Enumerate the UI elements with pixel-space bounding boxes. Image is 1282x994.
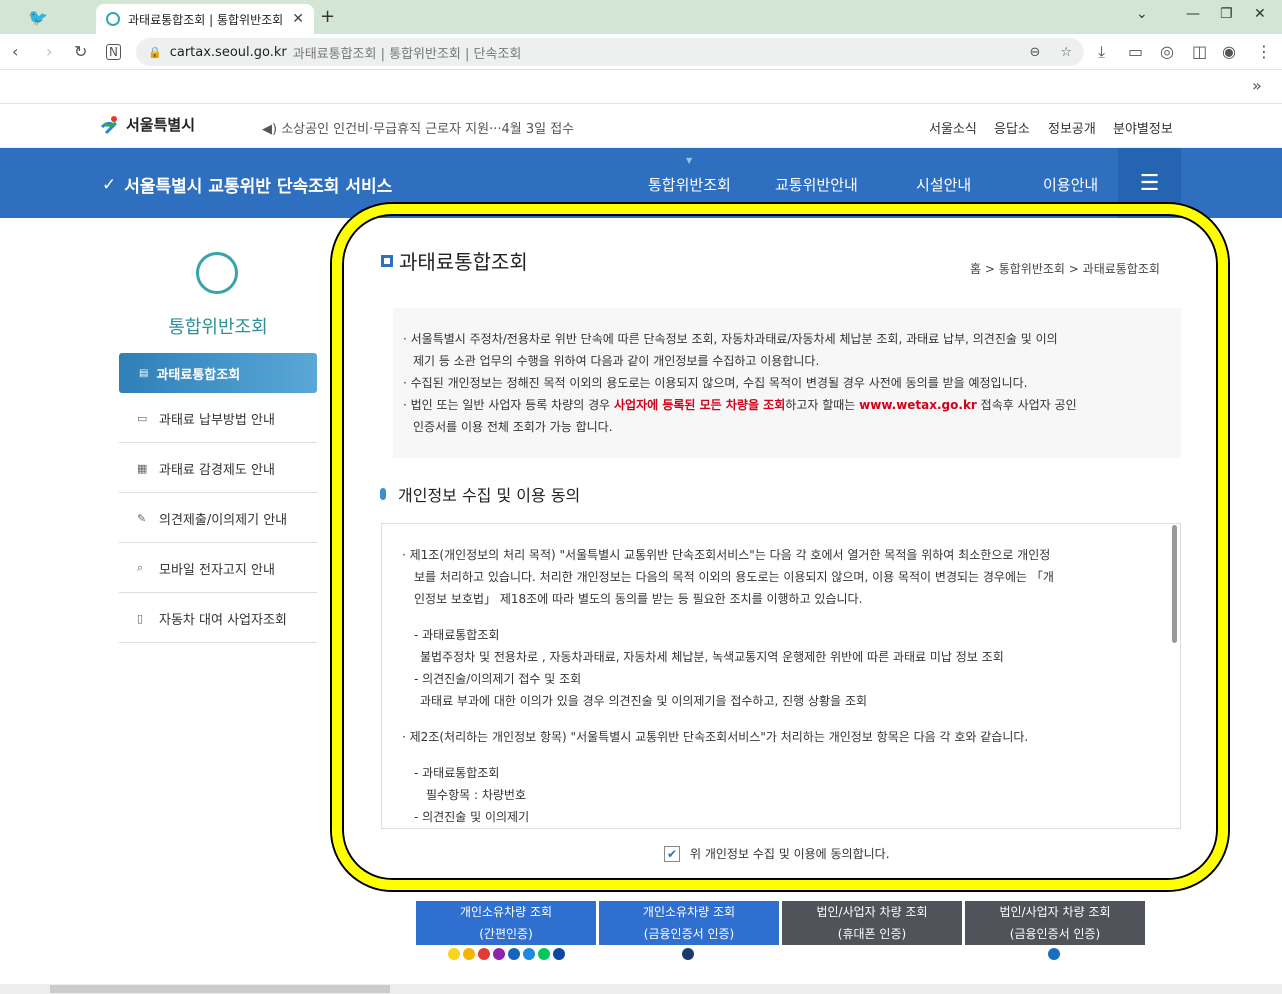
kb-icon bbox=[508, 948, 520, 960]
button-sub-label: (휴대폰 인증) bbox=[837, 927, 907, 941]
personal-cert-auth-button[interactable]: 개인소유차량 조회 (금융인증서 인증) bbox=[599, 901, 779, 945]
personal-simple-auth-button[interactable]: 개인소유차량 조회 (간편인증) bbox=[416, 901, 596, 945]
sidebar-item-objection[interactable]: ✎ 의견제출/이의제기 안내 bbox=[119, 494, 317, 543]
auth-provider-icons bbox=[448, 948, 565, 960]
url-rest: 과태료통합조회 | 통합위반조회 | 단속조회 bbox=[292, 46, 522, 62]
logo-text: 서울특별시 bbox=[126, 116, 196, 134]
button-label: 법인/사업자 차량 조회 bbox=[999, 905, 1111, 919]
util-link-2[interactable]: 정보공개 bbox=[1048, 118, 1096, 137]
payco-icon bbox=[478, 948, 490, 960]
button-label: 법인/사업자 차량 조회 bbox=[816, 905, 928, 919]
service-title-text: 서울특별시 교통위반 단속조회 서비스 bbox=[124, 177, 393, 197]
nav-item-1[interactable]: 교통위반안내 bbox=[775, 174, 858, 195]
sidepanel-icon[interactable]: ◫ bbox=[1192, 42, 1207, 61]
service-title[interactable]: ✓ 서울특별시 교통위반 단속조회 서비스 bbox=[102, 172, 393, 198]
coins-icon: ▤ bbox=[139, 367, 149, 379]
sidebar-title: 통합위반조회 bbox=[168, 317, 268, 338]
kakao-icon bbox=[448, 948, 460, 960]
highlight-ring bbox=[332, 204, 1228, 890]
nav-item-2[interactable]: 시설안내 bbox=[916, 174, 971, 195]
new-tab-button[interactable]: + bbox=[320, 6, 335, 27]
shinhan-icon bbox=[523, 948, 535, 960]
scrollbar-thumb[interactable] bbox=[50, 985, 390, 993]
url-host: cartax.seoul.go.kr bbox=[169, 44, 287, 60]
car-search-icon bbox=[196, 252, 238, 294]
tab-close-icon[interactable]: ✕ bbox=[292, 11, 304, 27]
active-nav-marker-icon: ▼ bbox=[686, 156, 693, 165]
profile-icon[interactable]: ◉ bbox=[1222, 42, 1236, 61]
browser-tab[interactable]: 과태료통합조회 | 통합위반조회 ✕ bbox=[96, 4, 314, 34]
bookmarks-more-button[interactable]: » bbox=[1252, 76, 1262, 95]
payment-icon: ▭ bbox=[137, 411, 148, 425]
zoom-icon[interactable]: ⊖ bbox=[1029, 45, 1040, 60]
sidebar-item-mobile[interactable]: ⌕ 모바일 전자고지 안내 bbox=[119, 544, 317, 593]
button-sub-label: (간편인증) bbox=[479, 927, 533, 941]
minimize-icon[interactable]: — bbox=[1186, 6, 1200, 22]
browser-tab-bar: 🐦 과태료통합조회 | 통합위반조회 ✕ + ⌄ — ❐ ✕ bbox=[0, 0, 1282, 34]
seoul-logo-icon bbox=[100, 115, 117, 134]
sidebar-item-payment[interactable]: ▭ 과태료 납부방법 안내 bbox=[119, 394, 317, 443]
lock-icon: 🔒 bbox=[148, 45, 162, 59]
sidebar-item-label: 자동차 대여 사업자조회 bbox=[159, 612, 287, 628]
document-icon: ▦ bbox=[137, 461, 148, 475]
camera-icon[interactable]: ◎ bbox=[1160, 42, 1174, 61]
sidebar-item-label: 과태료 납부방법 안내 bbox=[159, 412, 275, 428]
bookmark-star-icon[interactable]: ☆ bbox=[1060, 45, 1072, 60]
close-window-icon[interactable]: ✕ bbox=[1254, 6, 1266, 22]
button-sub-label: (금융인증서 인증) bbox=[1009, 927, 1101, 941]
omnibox-wrap: 🔒 cartax.seoul.go.kr 과태료통합조회 | 통합위반조회 | … bbox=[0, 34, 1282, 70]
button-sub-label: (금융인증서 인증) bbox=[643, 927, 735, 941]
cert-icon bbox=[682, 948, 694, 960]
browser-logo-icon: 🐦 bbox=[28, 8, 48, 27]
service-logo-icon: ✓ bbox=[102, 174, 117, 195]
screencast-icon[interactable]: ▭ bbox=[1128, 42, 1143, 61]
sidebar-item-active[interactable]: ▤ 과태료통합조회 bbox=[119, 353, 317, 393]
sidebar-item-reduction[interactable]: ▦ 과태료 감경제도 안내 bbox=[119, 444, 317, 493]
corp-cert-auth-button[interactable]: 법인/사업자 차량 조회 (금융인증서 인증) bbox=[965, 901, 1145, 945]
menu-dots-icon[interactable]: ⋮ bbox=[1256, 42, 1272, 61]
button-label: 개인소유차량 조회 bbox=[459, 905, 553, 919]
download-icon[interactable]: ⤓ bbox=[1098, 42, 1105, 62]
sidebar-item-label: 모바일 전자고지 안내 bbox=[159, 562, 275, 578]
pass-icon bbox=[463, 948, 475, 960]
sidebar-item-label: 의견제출/이의제기 안내 bbox=[159, 512, 288, 528]
corp-phone-auth-button[interactable]: 법인/사업자 차량 조회 (휴대폰 인증) bbox=[782, 901, 962, 945]
maximize-icon[interactable]: ❐ bbox=[1220, 6, 1233, 22]
tab-favicon-icon bbox=[106, 12, 120, 26]
toss-icon bbox=[493, 948, 505, 960]
phone-icon: ▯ bbox=[137, 611, 144, 625]
samsung-icon bbox=[553, 948, 565, 960]
nav-item-3[interactable]: 이용안내 bbox=[1043, 174, 1098, 195]
util-link-0[interactable]: 서울소식 bbox=[929, 118, 977, 137]
sidebar-active-label: 과태료통합조회 bbox=[156, 367, 241, 383]
util-link-1[interactable]: 응답소 bbox=[994, 118, 1030, 137]
page-horizontal-scrollbar[interactable] bbox=[0, 984, 1282, 994]
seoul-logo[interactable]: 서울특별시 bbox=[100, 114, 195, 135]
sidebar-item-label: 과태료 감경제도 안내 bbox=[159, 462, 275, 478]
search-icon: ⌕ bbox=[137, 561, 144, 574]
naver-badge-icon bbox=[538, 948, 550, 960]
bookmarks-bar: » bbox=[0, 70, 1282, 104]
tab-search-icon[interactable]: ⌄ bbox=[1136, 6, 1148, 22]
cert-icon bbox=[1048, 948, 1060, 960]
util-link-3[interactable]: 분야별정보 bbox=[1113, 118, 1173, 137]
tab-title: 과태료통합조회 | 통합위반조회 bbox=[128, 12, 284, 27]
button-label: 개인소유차량 조회 bbox=[642, 905, 736, 919]
nav-item-0[interactable]: 통합위반조회 bbox=[648, 174, 731, 195]
notice-ticker[interactable]: ◀) 소상공인 인건비·무급휴직 근로자 지원···4월 3일 접수 bbox=[262, 118, 574, 137]
edit-doc-icon: ✎ bbox=[137, 511, 147, 525]
address-bar[interactable]: 🔒 cartax.seoul.go.kr 과태료통합조회 | 통합위반조회 | … bbox=[136, 38, 1084, 66]
sidebar-item-rental[interactable]: ▯ 자동차 대여 사업자조회 bbox=[119, 594, 317, 643]
